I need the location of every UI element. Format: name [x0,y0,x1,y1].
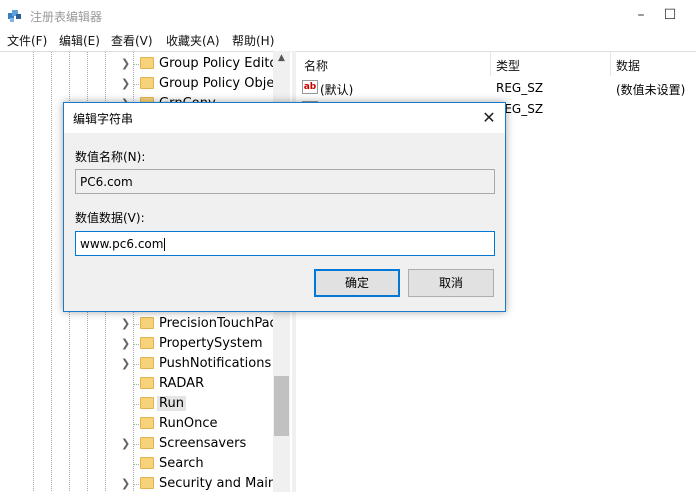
tree-item-label: PushNotifications [159,356,272,371]
dialog-title-bar: 编辑字符串 ✕ [64,103,505,133]
folder-icon [140,317,154,329]
tree-item-label: RADAR [159,376,205,391]
dialog-close-button[interactable]: ✕ [478,107,500,129]
tree-item-label: Group Policy Objec [159,76,282,91]
tree-connector [133,404,139,405]
value-data-label: 数值数据(V): [75,211,145,225]
tree-connector [133,344,139,345]
tree-connector [133,324,139,325]
value-name: (默认) [320,83,354,97]
minimize-button[interactable]: – [630,4,652,26]
tree-item[interactable]: Search [0,454,273,474]
tree-item[interactable]: ❯ Group Policy Objec [0,74,281,94]
scroll-up-icon[interactable]: ▲ [273,53,290,67]
tree-item-label: PropertySystem [159,336,263,351]
folder-icon [140,57,154,69]
value-name-field: PC6.com [75,169,495,194]
ok-button[interactable]: 确定 [314,269,400,297]
tree-item[interactable]: ❯ PropertySystem [0,334,273,354]
value-data-input[interactable]: www.pc6.com [75,231,495,256]
window-title: 注册表编辑器 [30,10,103,24]
menu-edit[interactable]: 编辑(E) [59,32,100,49]
chevron-right-icon[interactable]: ❯ [121,437,130,450]
folder-icon [140,77,154,89]
folder-icon [140,417,154,429]
minimize-icon: – [637,7,645,23]
tree-item[interactable]: ❯ Screensavers [0,434,273,454]
dialog-title: 编辑字符串 [73,112,134,126]
scroll-thumb[interactable] [274,376,289,436]
chevron-right-icon[interactable]: ❯ [121,317,130,330]
tree-item[interactable]: RADAR [0,374,273,394]
menu-bar: 文件(F) 编辑(E) 查看(V) 收藏夹(A) 帮助(H) [0,30,696,50]
value-name-label: 数值名称(N): [75,150,146,164]
folder-icon [140,357,154,369]
tree-connector [133,364,139,365]
column-separator[interactable] [610,52,611,76]
regedit-app-icon [8,10,21,22]
chevron-right-icon[interactable]: ❯ [121,357,130,370]
tree-item-label: Search [159,456,204,471]
tree-connector [133,384,139,385]
value-data: (数值未设置) [616,83,686,97]
column-header-type[interactable]: 类型 [496,57,520,74]
tree-connector [133,64,139,65]
chevron-right-icon[interactable]: ❯ [121,477,130,490]
tree-connector [133,424,139,425]
folder-icon [140,337,154,349]
text-caret [164,238,166,251]
column-separator[interactable] [490,52,491,76]
tree-item[interactable]: ❯ Group Policy Editor [0,54,283,74]
value-type: REG_SZ [496,81,544,95]
tree-item-selected[interactable]: Run [0,394,273,414]
tree-item-label: Group Policy Editor [159,56,283,71]
tree-item-label: Run [157,396,186,411]
tree-item-label: Security and Mainte [159,476,290,491]
string-value-icon: ab [302,80,318,94]
maximize-button[interactable]: ☐ [659,4,681,26]
folder-icon [140,397,154,409]
tree-item[interactable]: ❯ Security and Mainte [0,474,289,492]
tree-item[interactable]: RunOnce [0,414,273,434]
chevron-right-icon[interactable]: ❯ [121,57,130,70]
chevron-right-icon[interactable]: ❯ [121,337,130,350]
menu-help[interactable]: 帮助(H) [232,32,274,49]
column-header-data[interactable]: 数据 [616,57,640,74]
value-data-text: www.pc6.com [80,237,164,251]
column-header-name[interactable]: 名称 [304,57,328,74]
tree-connector [133,84,139,85]
close-icon: ✕ [482,108,496,127]
tree-item-label: PrecisionTouchPad [159,316,278,331]
folder-icon [140,377,154,389]
menu-file[interactable]: 文件(F) [7,32,47,49]
menu-view[interactable]: 查看(V) [111,32,153,49]
value-name-text: PC6.com [80,175,133,189]
cancel-button[interactable]: 取消 [408,269,494,297]
edit-string-dialog: 编辑字符串 ✕ 数值名称(N): PC6.com 数值数据(V): www.pc… [63,102,506,312]
folder-icon [140,477,154,489]
tree-item[interactable]: ❯ PushNotifications [0,354,273,374]
tree-item-label: Screensavers [159,436,247,451]
title-bar: 注册表编辑器 – ☐ [0,0,696,30]
maximize-icon: ☐ [663,7,677,23]
chevron-right-icon[interactable]: ❯ [121,77,130,90]
tree-connector [133,484,139,485]
folder-icon [140,437,154,449]
tree-connector [133,464,139,465]
folder-icon [140,457,154,469]
value-row[interactable]: ab (默认) REG_SZ (数值未设置) [296,78,696,98]
menu-favorites[interactable]: 收藏夹(A) [166,32,220,49]
tree-item[interactable]: ❯ PrecisionTouchPad [0,314,278,334]
tree-item-label: RunOnce [159,416,218,431]
tree-connector [133,444,139,445]
